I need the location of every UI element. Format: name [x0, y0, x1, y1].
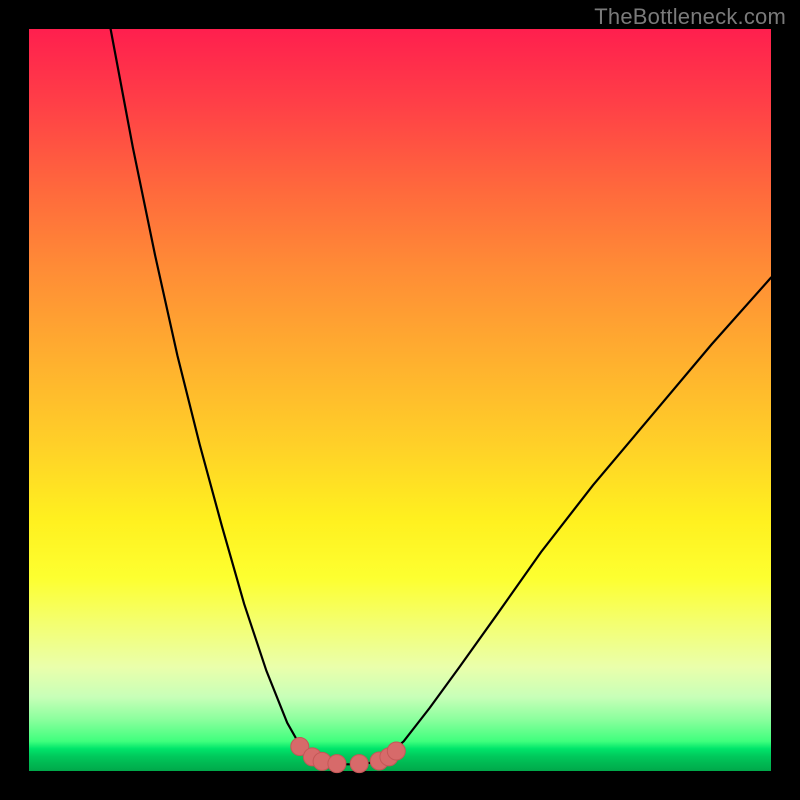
stage: TheBottleneck.com: [0, 0, 800, 800]
trough-marker: [350, 755, 368, 773]
trough-marker: [387, 742, 405, 760]
curve-group: [111, 29, 771, 764]
curve-left-branch: [111, 29, 311, 758]
trough-marker: [328, 755, 346, 773]
chart-svg: [29, 29, 771, 771]
chart-plot-area: [29, 29, 771, 771]
curve-right-branch: [385, 278, 771, 758]
watermark-text: TheBottleneck.com: [594, 4, 786, 30]
trough-marker-group: [291, 738, 406, 773]
